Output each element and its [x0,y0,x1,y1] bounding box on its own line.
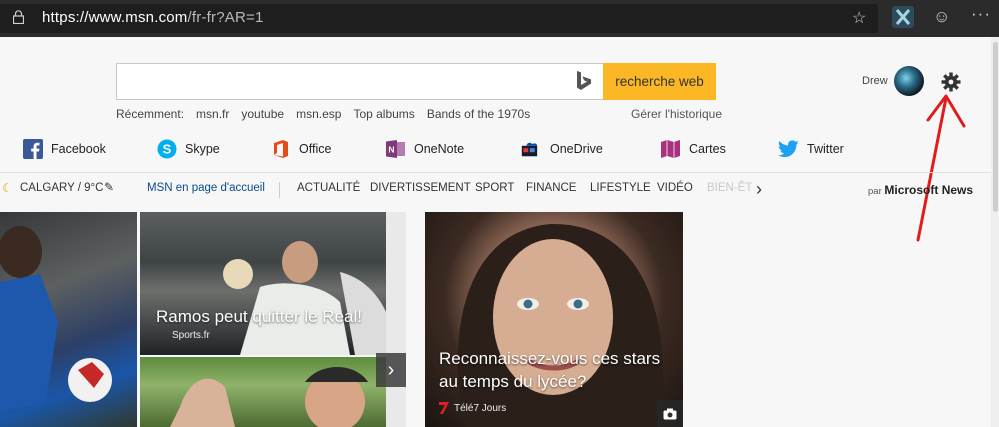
provider-brand: Microsoft News [884,183,974,197]
weather-location[interactable]: CALGARY / 9°C [20,182,103,194]
news-tile-image[interactable] [0,212,137,427]
news-tile-coach[interactable] [140,357,406,427]
facebook-icon [22,139,43,160]
tile-headline: Ramos peut quitter le Real! [156,307,362,326]
nav-item-finance[interactable]: FINANCE [526,182,576,194]
search-input[interactable] [116,63,603,100]
tile-source: Sports.fr [172,330,210,341]
feedback-smiley-icon[interactable]: ☺ [933,7,950,27]
nav-item-sport[interactable]: SPORT [475,182,514,194]
extension-icon[interactable] [892,6,914,28]
moon-icon: ☾ [2,181,13,195]
recent-item[interactable]: Bands of the 1970s [427,107,530,121]
more-menu-icon[interactable]: ··· [971,4,991,24]
bing-logo-icon [577,71,591,90]
onenote-icon: N [385,139,406,160]
chevron-right-icon[interactable]: › [756,179,762,200]
office-icon [270,139,291,160]
recent-item[interactable]: youtube [241,107,284,121]
quicklink-label: Skype [185,142,220,156]
edit-pencil-icon[interactable]: ✎ [104,180,114,194]
news-tile-ramos[interactable]: Ramos peut quitter le Real! Sports.fr [140,212,406,355]
recent-item[interactable]: msn.esp [296,107,341,121]
onedrive-icon [521,139,542,160]
recent-label: Récemment: [116,107,185,121]
category-nav: ☾ CALGARY / 9°C ✎ MSN en page d'accueil … [0,172,999,204]
url-host: https://www.msn.com [42,9,188,26]
lock-icon [13,10,24,24]
quicklink-facebook[interactable]: Facebook [22,136,106,162]
user-name[interactable]: Drew [862,75,888,87]
quicklink-label: OneDrive [550,142,603,156]
news-tile-stars[interactable]: Reconnaissez-vous ces stars au temps du … [425,212,683,427]
provider-by: par [868,186,882,197]
svg-text:S: S [162,142,171,157]
manage-history-link[interactable]: Gérer l'historique [631,107,722,121]
tile-headline-line: au temps du lycée? [439,372,587,391]
nav-item-divertissement[interactable]: DIVERTISSEMENT [370,182,471,194]
recent-item[interactable]: Top albums [353,107,414,121]
nav-item-lifestyle[interactable]: LIFESTYLE [590,182,651,194]
annotation-arrow-icon [916,94,966,242]
quicklink-office[interactable]: Office [270,136,331,162]
quicklink-label: OneNote [414,142,465,156]
url-path: /fr-fr?AR=1 [187,9,264,26]
favorite-star-icon[interactable]: ☆ [852,8,866,28]
nav-item-video[interactable]: VIDÉO [657,182,693,194]
quicklink-label: Twitter [807,142,844,156]
quicklink-onenote[interactable]: N OneNote [385,136,464,162]
nav-item-actualite[interactable]: ACTUALITÉ [297,182,360,194]
skype-icon: S [156,139,177,160]
quicklink-label: Office [299,142,332,156]
web-search-button[interactable]: recherche web [603,63,716,100]
maps-icon [660,139,681,160]
tile-headline: Reconnaissez-vous ces stars au temps du … [439,347,660,393]
quicklinks-bar: Facebook S Skype Office N OneNote OneDri… [0,136,999,162]
browser-toolbar: https://www.msn.com/fr-fr?AR=1 ☆ ☺ ··· [0,0,999,37]
recent-item[interactable]: msn.fr [196,107,229,121]
quicklink-onedrive[interactable]: OneDrive [521,136,603,162]
quicklink-skype[interactable]: S Skype [156,136,220,162]
provider-credit: par Microsoft News [868,183,973,197]
camera-icon [657,400,683,427]
recent-searches: Récemment: msn.fr youtube msn.esp Top al… [116,107,530,121]
quicklink-label: Facebook [51,142,106,156]
url-text[interactable]: https://www.msn.com/fr-fr?AR=1 [42,9,264,26]
svg-text:N: N [388,145,394,155]
tile-headline-line: Reconnaissez-vous ces stars [439,349,661,368]
carousel-next-button[interactable]: › [376,353,406,387]
twitter-icon [778,139,799,160]
nav-item-bien-etre[interactable]: BIEN-ÊT [707,182,752,194]
scrollbar-thumb[interactable] [993,42,998,212]
nav-divider [279,182,280,198]
quicklink-twitter[interactable]: Twitter [778,136,844,162]
tile-source-label: Télé7 Jours [454,402,507,414]
quicklink-label: Cartes [689,142,726,156]
msn-home-link[interactable]: MSN en page d'accueil [147,182,265,194]
tele7-logo-icon [439,402,449,414]
quicklink-maps[interactable]: Cartes [660,136,726,162]
tile-spacer [386,212,406,427]
tile-source: Télé7 Jours [439,402,506,414]
